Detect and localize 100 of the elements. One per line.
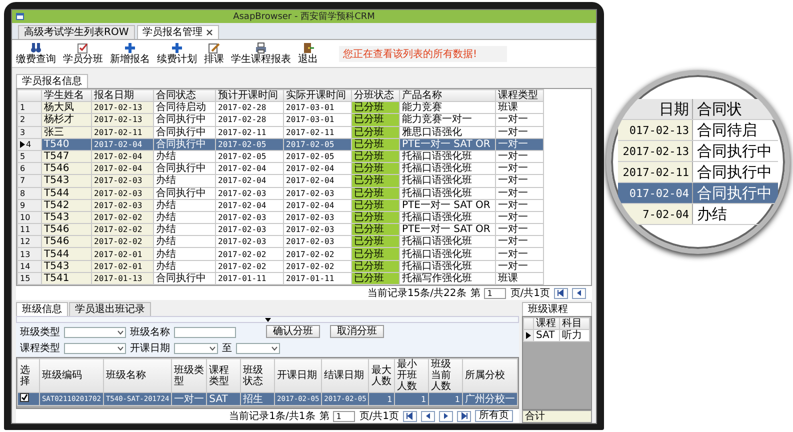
table-cell: 合同待启	[692, 120, 757, 140]
tab[interactable]: 高级考试学生列表ROW	[18, 25, 135, 39]
all-pages-button[interactable]: 所有页	[475, 410, 513, 422]
table-row[interactable]: 7 T543 2017-02-03 办结 2017-02-04 2017-02-04 已分班 托福口语强化班 一对一	[18, 174, 544, 187]
column-header[interactable]: 预计开课时间	[216, 90, 284, 102]
column-header[interactable]: 所属分校	[462, 358, 518, 392]
table-row[interactable]: 6 T546 2017-02-04 合同执行中 2017-02-04 2017-02-04 已分班 托福口语强化班 一对一	[18, 162, 544, 175]
tab[interactable]: 学员退出班记录	[69, 302, 151, 316]
toolbar-button[interactable]: 退出	[298, 42, 318, 65]
table-cell: 已分班	[352, 272, 400, 284]
last-page-button[interactable]	[457, 410, 471, 422]
toolbar-button[interactable]: 缴费查询	[16, 42, 56, 65]
column-header[interactable]: 班级状态	[240, 358, 275, 392]
dropdown-field[interactable]	[64, 342, 126, 354]
column-header[interactable]: 班级类型	[172, 358, 207, 392]
column-header[interactable]: 课程	[534, 318, 560, 330]
table-row[interactable]: 12 T546 2017-02-02 办结 2017-02-03 2017-02-03 已分班 托福口语强化班 一对一	[18, 236, 544, 248]
panel-tab[interactable]: 班级课程	[522, 302, 592, 316]
column-header[interactable]: 实际开课时间	[284, 90, 352, 102]
table-row[interactable]: 1 杨大凤 2017-02-13 合同待启动 2017-02-28 2017-03-01 已分班 能力竞赛 班课	[18, 102, 544, 114]
table-cell: 一对一	[496, 211, 544, 224]
column-header: 合同状	[692, 99, 742, 119]
table-row[interactable]: 13 T544 2017-02-01 办结 2017-02-02 2017-02-02 已分班 托福口语强化班 一对一	[18, 248, 544, 260]
column-header[interactable]: 分班状态	[352, 90, 400, 102]
column-header[interactable]: 开课日期	[274, 358, 322, 392]
table-row[interactable]: 4 T540 2017-02-04 合同执行中 2017-02-05 2017-02-05 已分班 PTE一对一 SAT OR 一对一	[18, 138, 544, 150]
column-header[interactable]: 最小开班人数	[394, 358, 429, 392]
tab[interactable]: 学员报名管理	[136, 25, 219, 39]
column-header[interactable]: 选择	[18, 358, 40, 392]
table-cell: T541	[42, 272, 92, 284]
page-field[interactable]: 1	[484, 288, 506, 298]
table-cell: 2017-02-04	[216, 199, 284, 212]
column-header[interactable]: 科目	[560, 318, 590, 330]
column-header[interactable]: 班级当前人数	[428, 358, 462, 392]
table-cell: 已分班	[352, 187, 400, 200]
previous-page-button[interactable]	[421, 410, 435, 422]
table-cell: 已分班	[352, 199, 400, 212]
close-icon[interactable]	[206, 29, 213, 36]
column-header[interactable]: 合同状态	[154, 90, 216, 102]
toolbar-button[interactable]: 新增报名	[110, 42, 150, 65]
door-icon	[302, 42, 314, 54]
first-page-button[interactable]	[403, 410, 417, 422]
table-row[interactable]: 14 T543 2017-02-01 办结 2017-02-02 2017-02-02 已分班 托福口语强化班 一对一	[18, 260, 544, 272]
table-cell: 招生	[240, 392, 275, 406]
header-cell	[18, 90, 42, 102]
column-header[interactable]: 结课日期	[322, 358, 369, 392]
column-header[interactable]: 最大人数	[368, 358, 395, 392]
table-cell: 2017-02-04	[284, 174, 352, 187]
table-row[interactable]: 3 张三 2017-02-11 合同执行中 2017-02-11 2017-02-11 已分班 雅思口语强化 一对一	[18, 126, 544, 138]
next-page-button[interactable]	[439, 410, 453, 422]
column-header[interactable]: 产品名称	[400, 90, 496, 102]
column-header[interactable]: 班级编码	[39, 358, 104, 392]
table-cell: 办结	[692, 204, 727, 224]
toolbar-button[interactable]: 续费计划	[157, 42, 197, 65]
first-page-button[interactable]	[554, 288, 568, 298]
row-number-text: 11	[20, 224, 30, 236]
column-header[interactable]: 学生姓名	[42, 90, 92, 102]
toolbar-button[interactable]: 学员分班	[63, 42, 103, 65]
tab[interactable]: 班级信息	[16, 302, 68, 316]
row-number-text: 12	[20, 236, 30, 248]
action-button[interactable]: 取消分班	[330, 325, 384, 338]
page-label: 第	[319, 410, 330, 423]
table-cell: 托福口语强化班	[400, 187, 496, 200]
table-cell: 已分班	[352, 102, 400, 114]
table-row[interactable]: 2 杨杉才 2017-02-13 合同执行中 2017-02-28 2017-03-01 已分班 能力竞赛一对一 一对一	[18, 114, 544, 126]
table-cell: 已分班	[352, 211, 400, 224]
page-field[interactable]: 1	[333, 410, 356, 422]
table-cell: 已分班	[352, 150, 400, 163]
toolbar-button[interactable]: 排课	[204, 42, 224, 65]
column-header[interactable]: 报名日期	[92, 90, 154, 102]
table-cell: PTE一对一 SAT OR	[400, 138, 496, 150]
table-cell: 一对一	[496, 126, 544, 138]
tab-label: 高级考试学生列表ROW	[24, 27, 129, 38]
text-field[interactable]	[174, 326, 236, 338]
previous-page-button[interactable]	[572, 288, 586, 298]
row-pointer-icon	[526, 332, 531, 339]
table-row[interactable]: 8 T544 2017-02-03 合同执行中 2017-02-03 2017-02-03 已分班 托福口语强化班 一对一	[18, 187, 544, 200]
table-row[interactable]: 5 T547 2017-02-04 办结 2017-02-05 2017-02-05 已分班 托福口语强化班 一对一	[18, 150, 544, 163]
panel-tab[interactable]: 学员报名信息	[16, 74, 88, 88]
table-row[interactable]: 11 T546 2017-02-02 办结 2017-02-03 2017-02-03 已分班 PTE一对一 SAT OR 一对一	[18, 224, 544, 236]
dropdown-field[interactable]	[64, 326, 126, 338]
toolbar-button[interactable]: 学生课程报表	[231, 42, 291, 65]
table-cell: 已分班	[352, 248, 400, 260]
column-header[interactable]: 班级名称	[103, 358, 172, 392]
table-cell: 能力竞赛	[400, 102, 496, 114]
date-field[interactable]	[236, 342, 280, 354]
table-cell: 017-02-13	[618, 120, 692, 140]
column-header[interactable]: 课程类型	[206, 358, 241, 392]
column-header[interactable]: 课程类型	[496, 90, 544, 102]
action-button[interactable]: 确认分班	[266, 325, 320, 338]
table-row[interactable]: 10 T543 2017-02-02 办结 2017-02-03 2017-02-03 已分班 托福口语强化班 一对一	[18, 211, 544, 224]
table-cell: 2017-02-03	[284, 224, 352, 236]
table-row[interactable]: SAT 听力	[524, 330, 590, 342]
table-row[interactable]: 15 T541 2017-01-13 合同执行中 2017-01-11 2017-01-11 已分班 托福写作强化班 班课	[18, 272, 544, 284]
table-cell: 2017-02-13	[92, 102, 154, 114]
last-page-icon	[460, 412, 468, 420]
date-field[interactable]	[174, 342, 218, 354]
table-cell: 一对一	[496, 224, 544, 236]
table-row[interactable]: 9 T542 2017-02-03 办结 2017-02-04 2017-02-04 已分班 PTE一对一 SAT OR 一对一	[18, 199, 544, 212]
checkbox[interactable]	[20, 393, 29, 402]
